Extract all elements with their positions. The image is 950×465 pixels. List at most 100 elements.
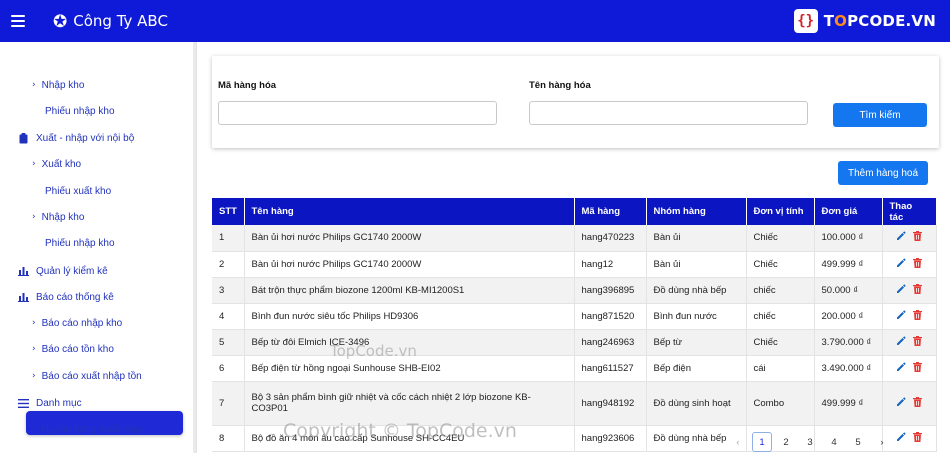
sidebar-item-6[interactable]: › Nhập kho: [32, 207, 84, 227]
actions-cell: [882, 225, 937, 252]
search-button[interactable]: Tìm kiếm: [833, 103, 927, 127]
actions-cell: [882, 303, 937, 330]
table-cell: hang611527: [574, 355, 647, 382]
table-row: 5 Bếp từ đôi Elmich ICE-3496 hang246963 Bếp…: [212, 329, 937, 356]
clipboard-icon: [18, 132, 29, 144]
sidebar-item-2[interactable]: Phiếu nhập kho: [45, 101, 115, 121]
bar-chart-icon: [18, 266, 29, 276]
table-row: 7 Bộ 3 sản phẩm bình giữ nhiệt và cốc các…: [212, 381, 937, 426]
delete-icon[interactable]: [913, 335, 922, 349]
sidebar-item-1[interactable]: › Nhập kho: [32, 75, 84, 95]
table-cell: 200.000 ₫: [814, 303, 883, 330]
product-name-input[interactable]: [529, 101, 808, 125]
delete-icon[interactable]: [913, 231, 922, 244]
sidebar-item-label: Báo cáo thống kê: [36, 291, 114, 303]
table-cell: Đồ dùng nhà bếp: [646, 277, 747, 304]
list-icon: [18, 398, 29, 408]
table-cell: 499.999 ₫: [814, 381, 883, 426]
table-cell: 3.490.000 ₫: [814, 355, 883, 382]
actions-cell: [882, 381, 937, 426]
chevron-right-icon: ›: [32, 212, 36, 222]
sidebar-item-12[interactable]: › Báo cáo xuất nhập tồn: [32, 366, 142, 386]
sidebar-item-label: Báo cáo xuất nhập tồn: [41, 370, 142, 382]
edit-icon[interactable]: [896, 257, 906, 271]
table-cell: Bộ 3 sản phẩm bình giữ nhiệt và cốc cách…: [244, 381, 575, 426]
top-app-bar: ✪ Công Ty ABC {} TOPCODE.VN: [0, 0, 950, 42]
delete-icon[interactable]: [913, 361, 922, 375]
edit-icon[interactable]: [896, 335, 906, 349]
table-row: 4 Bình đun nước siêu tốc Philips HD9306 ha…: [212, 303, 937, 330]
sidebar-item-label: Phiếu xuất kho: [45, 185, 112, 197]
bar-chart-icon: [18, 292, 29, 302]
table-cell: chiếc: [746, 303, 815, 330]
actions-cell: [882, 251, 937, 278]
sidebar-item-label: Phiếu nhập kho: [45, 105, 115, 117]
sidebar-item-label: Nhập kho: [41, 211, 85, 223]
table-cell: Bàn ủi hơi nước Philips GC1740 2000W: [244, 225, 575, 252]
table-cell: 50.000 ₫: [814, 277, 883, 304]
column-header: Thao tác: [882, 198, 937, 225]
sidebar-item-11[interactable]: › Báo cáo tồn kho: [32, 339, 114, 359]
table-cell: Combo: [746, 381, 815, 426]
sidebar-item-15[interactable]: › Danh mục hàng hóa: [32, 445, 132, 465]
brand-name: Công Ty ABC: [73, 12, 168, 30]
product-name-label: Tên hàng hóa: [529, 80, 591, 91]
table-cell: Bàn ủi: [646, 225, 747, 252]
table-cell: Bát trộn thực phẩm biozone 1200ml KB-MI1…: [244, 277, 575, 304]
delete-icon[interactable]: [913, 431, 922, 445]
edit-icon[interactable]: [896, 309, 906, 323]
edit-icon[interactable]: [896, 431, 906, 445]
table-cell: hang396895: [574, 277, 647, 304]
sidebar-item-3[interactable]: Xuất - nhập với nội bộ: [18, 128, 134, 148]
edit-icon[interactable]: [896, 231, 906, 244]
sidebar-item-8[interactable]: Quản lý kiểm kê: [18, 261, 108, 281]
table-cell: Bếp từ đôi Elmich ICE-3496: [244, 329, 575, 356]
sidebar-item-4[interactable]: › Xuất kho: [32, 154, 81, 174]
column-header: STT: [212, 198, 245, 225]
table-cell: hang470223: [574, 225, 647, 252]
table-cell: Bếp điện từ hồng ngoại Sunhouse SHB-EI02: [244, 355, 575, 382]
pagination-prev-button[interactable]: ‹: [726, 432, 750, 452]
sidebar-item-5[interactable]: Phiếu xuất kho: [45, 181, 111, 201]
pagination-next-button[interactable]: ›: [870, 432, 894, 452]
add-product-button[interactable]: Thêm hàng hoá: [838, 161, 928, 185]
edit-icon[interactable]: [896, 283, 906, 297]
star-icon: ✪: [53, 11, 68, 31]
pagination-page-1[interactable]: 1: [752, 432, 772, 452]
logo-badge-icon: {}: [793, 9, 818, 33]
table-cell: hang246963: [574, 329, 647, 356]
edit-icon[interactable]: [896, 396, 906, 410]
sidebar-item-7[interactable]: Phiếu nhập kho: [45, 233, 115, 253]
sidebar-item-10[interactable]: › Báo cáo nhập kho: [32, 313, 122, 333]
table-cell: 3: [212, 277, 245, 304]
sidebar-item-label: Xuất - nhập với nội bộ: [36, 132, 135, 144]
edit-icon[interactable]: [896, 361, 906, 375]
sidebar-scrollbar[interactable]: [193, 42, 196, 453]
sidebar-item-13[interactable]: Danh mục: [18, 393, 82, 413]
table-cell: hang12: [574, 251, 647, 278]
chevron-right-icon: ›: [32, 344, 36, 354]
delete-icon[interactable]: [913, 396, 922, 410]
pagination: ‹ 12345 ›: [726, 432, 894, 452]
pagination-page-5[interactable]: 5: [846, 432, 870, 452]
sidebar-item-9[interactable]: Báo cáo thống kê: [18, 287, 114, 307]
sidebar-item-14[interactable]: › Nguồn hàng xuất/nhập: [32, 419, 143, 439]
delete-icon[interactable]: [913, 257, 922, 271]
hamburger-menu-icon[interactable]: [11, 15, 25, 27]
sidebar-item-label: Nhập kho: [41, 79, 85, 91]
pagination-page-3[interactable]: 3: [798, 432, 822, 452]
table-cell: chiếc: [746, 277, 815, 304]
product-table: STT Tên hàng Mã hàng Nhóm hàng Đơn vị tính Đơ…: [212, 198, 939, 453]
table-cell: 5: [212, 329, 245, 356]
logo-text: TOPCODE.VN: [823, 12, 936, 30]
sidebar-item-label: Quản lý kiểm kê: [36, 265, 108, 277]
pagination-page-4[interactable]: 4: [822, 432, 846, 452]
delete-icon[interactable]: [913, 309, 922, 323]
column-header: Nhóm hàng: [646, 198, 747, 225]
table-cell: 3.790.000 ₫: [814, 329, 883, 356]
chevron-right-icon: ›: [32, 80, 36, 90]
delete-icon[interactable]: [913, 283, 922, 297]
product-code-input[interactable]: [218, 101, 497, 125]
pagination-page-2[interactable]: 2: [774, 432, 798, 452]
sidebar-item-label: Báo cáo tồn kho: [41, 343, 114, 355]
